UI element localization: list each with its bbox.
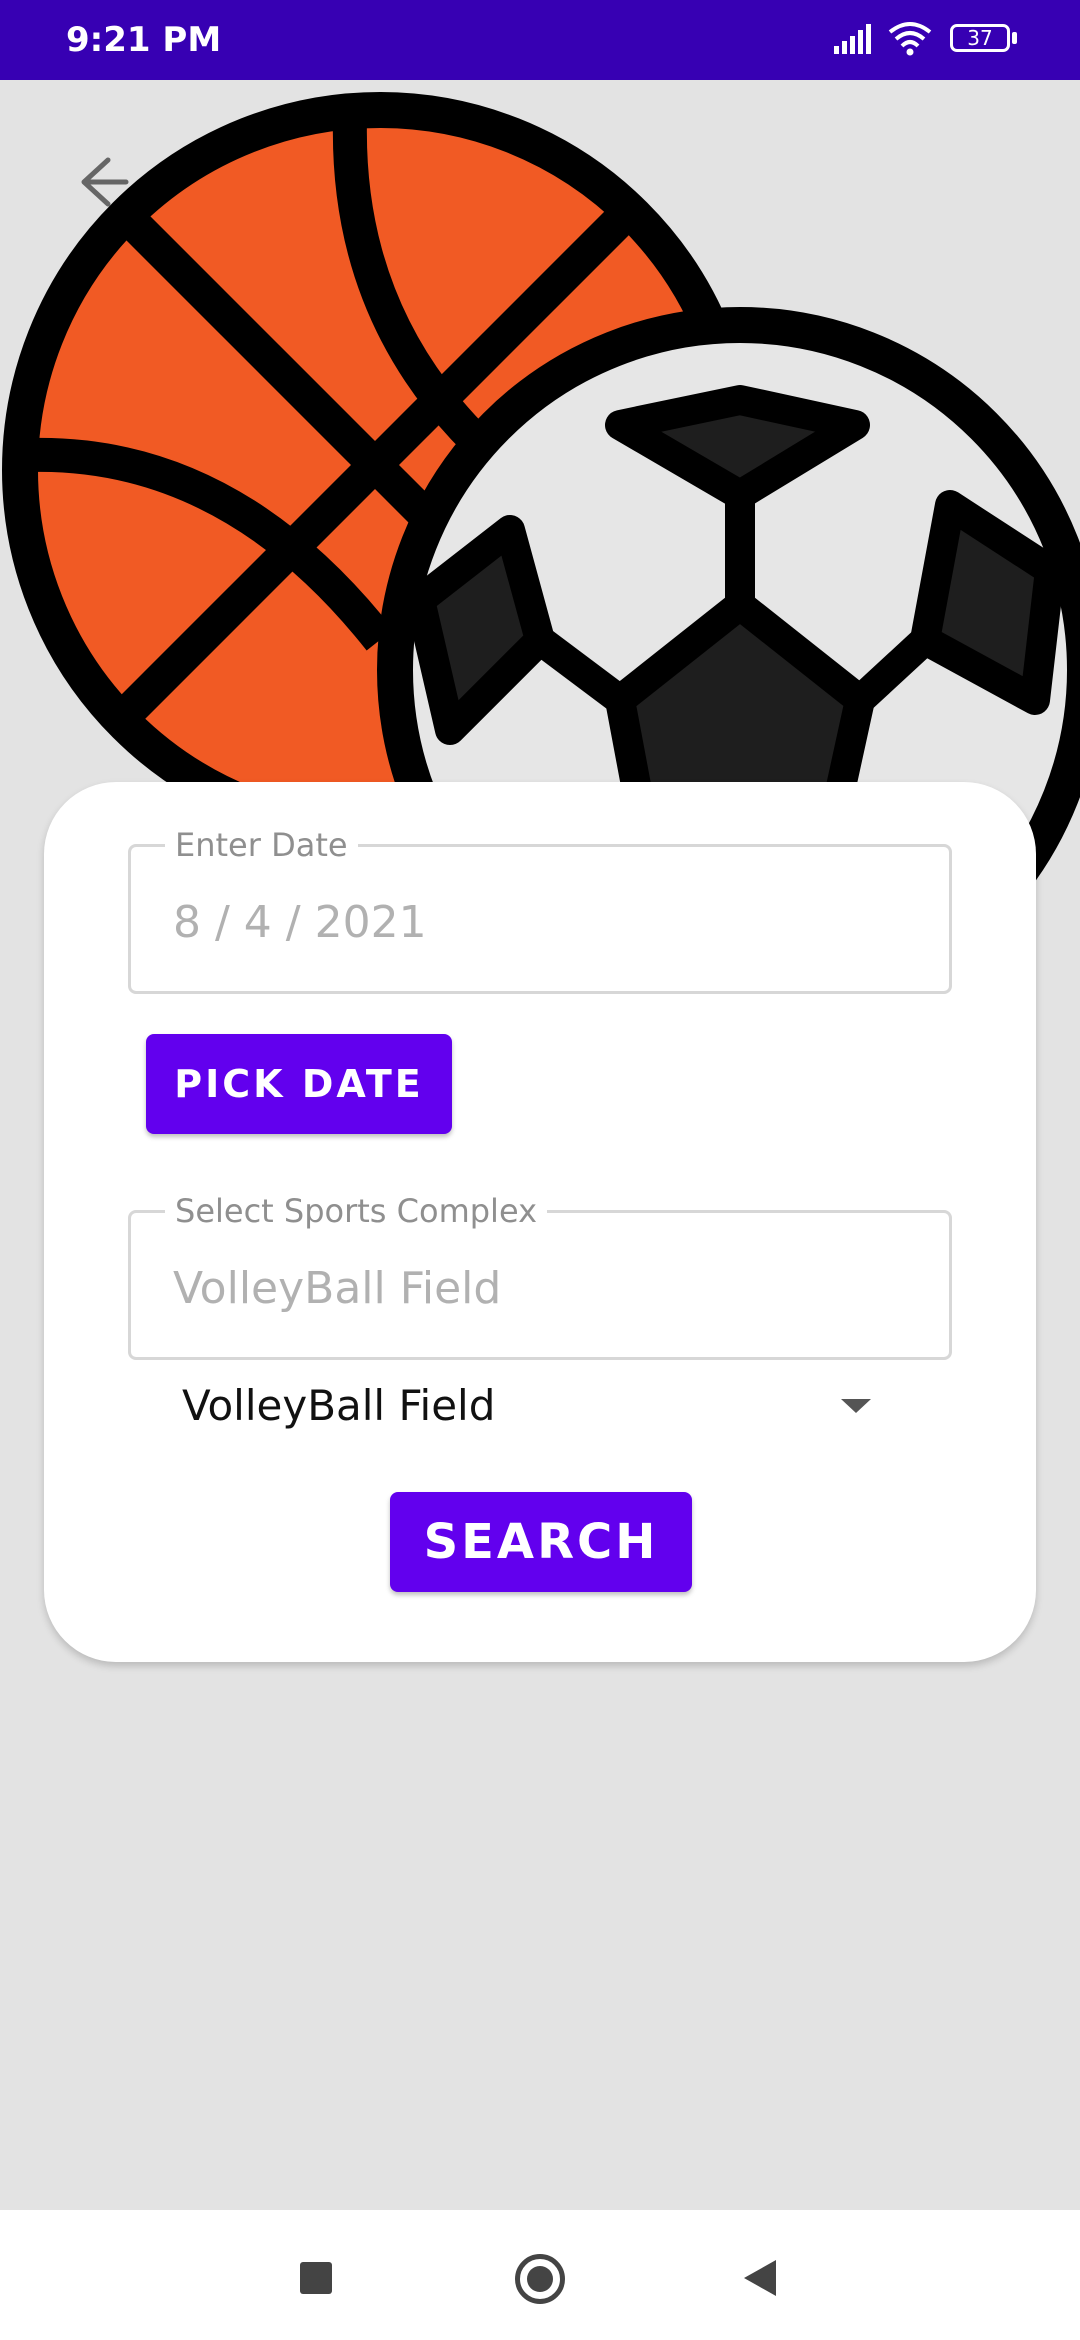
battery-tip (1012, 32, 1017, 44)
battery-icon: 37 (950, 24, 1010, 52)
pick-date-button[interactable]: PICK DATE (146, 1034, 452, 1134)
search-form-card: Enter Date 8 / 4 / 2021 PICK DATE Select… (44, 782, 1036, 1662)
nav-back-icon[interactable] (744, 2260, 776, 2296)
battery-level: 37 (967, 26, 993, 50)
signal-icon (834, 24, 871, 54)
system-nav-bar (0, 2210, 1080, 2340)
sports-complex-spinner[interactable]: VolleyBall Field (182, 1378, 495, 1434)
date-field-value: 8 / 4 / 2021 (173, 897, 427, 948)
dropdown-arrow-icon[interactable] (841, 1399, 871, 1413)
date-field[interactable]: Enter Date 8 / 4 / 2021 (128, 825, 952, 994)
home-icon[interactable] (515, 2254, 565, 2304)
status-bar: 9:21 PM 37 (0, 0, 1080, 80)
sports-complex-field[interactable]: Select Sports Complex VolleyBall Field (128, 1191, 952, 1360)
recents-icon[interactable] (300, 2262, 332, 2294)
status-icons: 37 (832, 18, 1022, 62)
status-time: 9:21 PM (66, 20, 222, 60)
sports-complex-value: VolleyBall Field (173, 1263, 502, 1314)
date-field-label: Enter Date (165, 825, 358, 865)
sports-complex-label: Select Sports Complex (165, 1191, 547, 1231)
search-button[interactable]: SEARCH (390, 1492, 692, 1592)
back-arrow-icon[interactable] (68, 150, 132, 214)
wifi-icon (888, 22, 932, 56)
